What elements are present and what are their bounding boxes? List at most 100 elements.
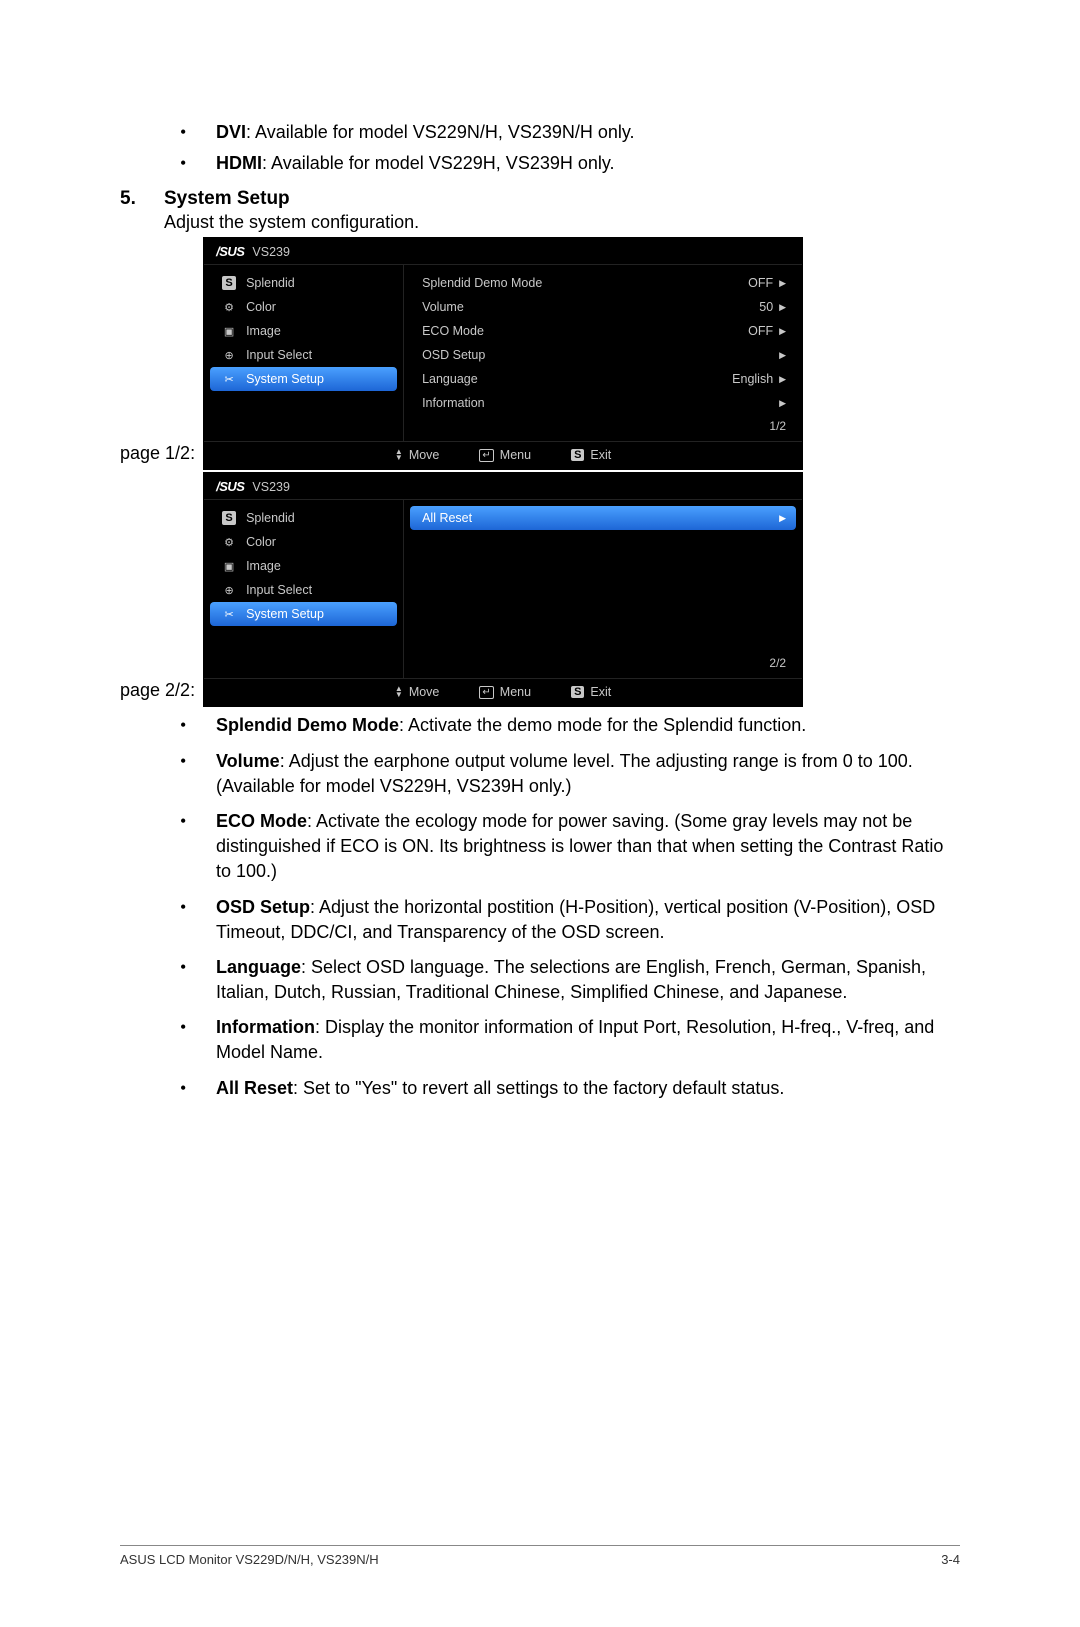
osd-option-row[interactable]: OSD Setup ▶ [404,343,802,367]
osd-header: /SUS VS239 [204,238,802,265]
osd-menu-item[interactable]: ▣Image [210,554,397,578]
footer-left: ASUS LCD Monitor VS229D/N/H, VS239N/H [120,1552,379,1567]
bullet-text: DVI: Available for model VS229N/H, VS239… [216,120,960,145]
page1-label: page 1/2: [120,443,195,470]
osd-hint-exit: SExit [571,448,611,462]
description-list: •Splendid Demo Mode: Activate the demo m… [180,713,960,1100]
chevron-right-icon: ▶ [779,398,786,409]
option-name: Splendid Demo Mode [422,276,542,290]
s-icon: S [571,449,584,461]
osd-body: SSplendid⚙Color▣Image ⊕ Input Select ✂ Syste… [204,500,802,678]
intro-bullets: • DVI: Available for model VS229N/H, VS2… [180,120,960,176]
option-value: OFF▶ [748,324,786,338]
osd-page-indicator: 1/2 [404,415,802,437]
description-text: ECO Mode: Activate the ecology mode for … [216,809,960,885]
menu-item-label: Input Select [246,348,312,362]
osd-option-row[interactable]: ECO Mode OFF▶ [404,319,802,343]
osd-menu-item[interactable]: ⚙Color [210,295,397,319]
description-item: •OSD Setup: Adjust the horizontal postit… [180,895,960,945]
option-value: OFF▶ [748,276,786,290]
intro-bullet: • DVI: Available for model VS229N/H, VS2… [180,120,960,145]
chevron-right-icon: ▶ [779,374,786,385]
intro-bullet: • HDMI: Available for model VS229H, VS23… [180,151,960,176]
menu-item-label: Image [246,559,281,573]
description-text: Volume: Adjust the earphone output volum… [216,749,960,799]
osd-model: VS239 [252,245,290,259]
osd-option-row[interactable]: Splendid Demo Mode OFF▶ [404,271,802,295]
menu-item-label: Color [246,300,276,314]
osd-right-options: All Reset ▶ 2/2 [404,500,802,678]
menu-item-label: Input Select [246,583,312,597]
osd-footer: ▲▼Move ↵Menu SExit [204,441,802,469]
osd-model: VS239 [252,480,290,494]
osd-option-row[interactable]: Information ▶ [404,391,802,415]
menu-item-label: Splendid [246,511,295,525]
updown-icon: ▲▼ [395,686,403,698]
osd-menu-item[interactable]: SSplendid [210,506,397,530]
osd-menu-item[interactable]: ▣ Image [210,319,397,343]
bullet-mark: • [180,809,216,885]
menu-item-icon: ⊕ [222,583,236,597]
osd-right-options: Splendid Demo Mode OFF▶ Volume50▶ ECO Mode O… [404,265,802,441]
osd-page-indicator: 2/2 [404,652,802,674]
osd-hint-move: ▲▼Move [395,448,440,462]
osd-menu-item[interactable]: ⚙Color [210,530,397,554]
option-name: Information [422,396,485,410]
osd-left-menu: SSplendid⚙Color ▣ Image ⊕ Input Select ✂Syste… [204,265,404,441]
description-item: •All Reset: Set to "Yes" to revert all s… [180,1076,960,1101]
option-value: English▶ [732,372,786,386]
osd-menu-item[interactable]: ⊕ Input Select [210,343,397,367]
asus-logo: /SUS [216,244,244,259]
description-text: All Reset: Set to "Yes" to revert all se… [216,1076,960,1101]
menu-item-label: Image [246,324,281,338]
bullet-mark: • [180,120,216,145]
osd-option-row[interactable]: Language English▶ [404,367,802,391]
chevron-right-icon: ▶ [779,302,786,313]
section-description: Adjust the system configuration. [164,212,960,233]
chevron-right-icon: ▶ [779,513,786,524]
bullet-text: HDMI: Available for model VS229H, VS239H… [216,151,960,176]
bullet-mark: • [180,151,216,176]
bullet-mark: • [180,955,216,1005]
option-name: OSD Setup [422,348,485,362]
section-number: 5. [120,188,164,210]
osd-footer: ▲▼Move ↵Menu SExit [204,678,802,706]
osd-hint-exit: SExit [571,685,611,699]
menu-item-label: System Setup [246,372,324,386]
updown-icon: ▲▼ [395,449,403,461]
menu-icon: ↵ [479,449,493,462]
osd-option-row[interactable]: Volume50▶ [404,295,802,319]
description-text: Splendid Demo Mode: Activate the demo mo… [216,713,960,738]
osd-menu-item[interactable]: ⊕ Input Select [210,578,397,602]
option-name: Language [422,372,478,386]
chevron-right-icon: ▶ [779,326,786,337]
section-heading: 5. System Setup [120,188,960,210]
menu-item-icon: ▣ [222,324,236,338]
page2-label: page 2/2: [120,680,195,707]
osd-option-row[interactable]: All Reset ▶ [410,506,796,530]
option-value: 50▶ [759,300,786,314]
osd-menu-item[interactable]: SSplendid [210,271,397,295]
osd-menu-item[interactable]: ✂ System Setup [210,602,397,626]
osd-header: /SUS VS239 [204,473,802,500]
osd-screenshot-1: /SUS VS239 SSplendid⚙Color▣Image⊕Input S… [203,237,803,470]
osd-hint-menu: ↵Menu [479,685,531,699]
menu-item-icon: ⚙ [222,535,236,549]
bullet-mark: • [180,749,216,799]
menu-item-icon: ✂ [222,607,236,621]
option-name: All Reset [422,511,472,525]
description-item: •Volume: Adjust the earphone output volu… [180,749,960,799]
menu-item-label: Splendid [246,276,295,290]
menu-item-label: System Setup [246,607,324,621]
chevron-right-icon: ▶ [779,350,786,361]
menu-item-icon: ⊕ [222,348,236,362]
osd-menu-item[interactable]: ✂System Setup [210,367,397,391]
osd-screenshot-2: /SUS VS239 SSplendid⚙Color▣Image⊕Input S… [203,472,803,707]
osd-page2-wrap: page 2/2: /SUS VS239 SSplendid⚙Color▣Ima… [120,472,960,707]
option-name: ECO Mode [422,324,484,338]
s-icon: S [571,686,584,698]
menu-icon: ↵ [479,686,493,699]
description-text: OSD Setup: Adjust the horizontal postiti… [216,895,960,945]
osd-page1-wrap: page 1/2: /SUS VS239 SSplendid⚙Color▣Ima… [120,237,960,470]
description-text: Information: Display the monitor informa… [216,1015,960,1065]
